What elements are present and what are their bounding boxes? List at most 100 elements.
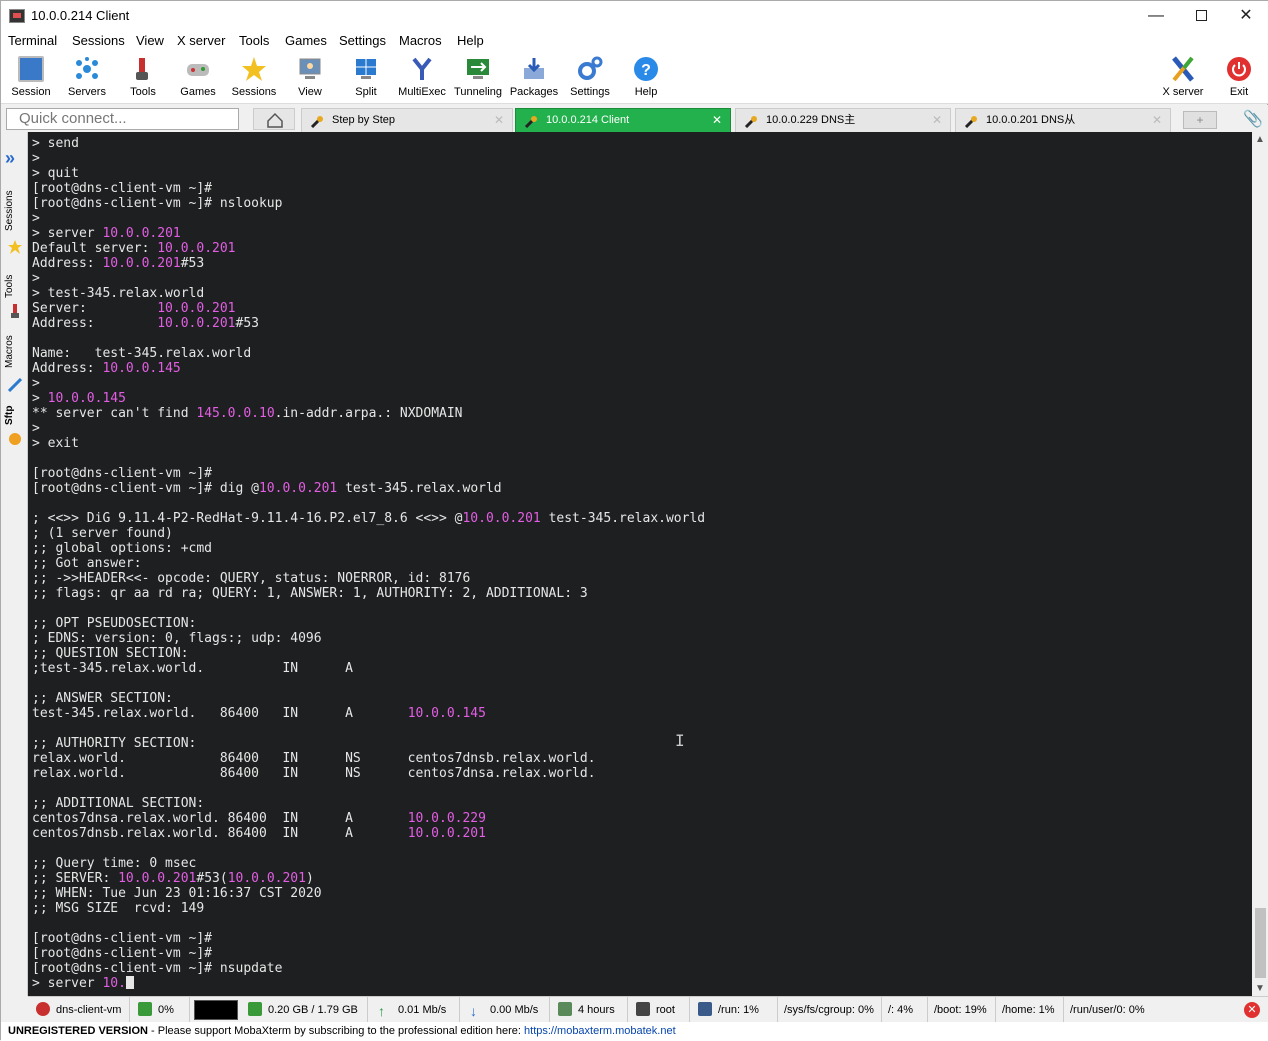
upload-arrow-icon: ↑ bbox=[378, 1003, 385, 1019]
sidebar-tab-macros[interactable]: Macros bbox=[4, 330, 26, 374]
settings-button[interactable]: Settings bbox=[562, 54, 618, 102]
split-button[interactable]: Split bbox=[338, 54, 394, 102]
user-icon bbox=[636, 1002, 650, 1016]
terminal-line: ;; ADDITIONAL SECTION: bbox=[32, 796, 205, 811]
wrench-icon bbox=[964, 114, 978, 129]
terminal-line: [root@dns-client-vm ~]# bbox=[32, 181, 213, 196]
footer-bar: UNREGISTERED VERSION - Please support Mo… bbox=[1, 1022, 1268, 1041]
games-label: Games bbox=[180, 86, 216, 98]
text-cursor bbox=[125, 976, 134, 989]
terminal-line: Server: 10.0.0.201 bbox=[32, 301, 236, 316]
menu-macros[interactable]: Macros bbox=[399, 33, 442, 48]
sidebar-tab-tools[interactable]: Tools bbox=[4, 266, 26, 306]
minimize-button[interactable]: — bbox=[1133, 1, 1179, 31]
tab-10-0-0-229-dns-master[interactable]: 10.0.0.229 DNS主 ✕ bbox=[735, 108, 951, 132]
app-window: 10.0.0.214 Client — ✕ Terminal Sessions … bbox=[0, 0, 1268, 1041]
terminal-line: ;; AUTHORITY SECTION: bbox=[32, 736, 197, 751]
scroll-down-arrow-icon[interactable]: ▼ bbox=[1255, 983, 1265, 994]
tunneling-button[interactable]: Tunneling bbox=[450, 54, 506, 102]
disk-label: /: 4% bbox=[888, 1004, 914, 1016]
status-bar: dns-client-vm 0% 0.20 GB / 1.79 GB ↑ 0.01… bbox=[28, 996, 1268, 1023]
x-server-button[interactable]: X server bbox=[1155, 54, 1211, 102]
tab-step-by-step[interactable]: Step by Step ✕ bbox=[301, 108, 513, 132]
terminal-line: Name: test-345.relax.world bbox=[32, 346, 252, 361]
multiexec-button[interactable]: MultiExec bbox=[394, 54, 450, 102]
mobaxterm-link[interactable]: https://mobaxterm.mobatek.net bbox=[524, 1025, 676, 1037]
menu-terminal[interactable]: Terminal bbox=[8, 33, 57, 48]
status-user: root bbox=[628, 997, 690, 1023]
terminal-line: [root@dns-client-vm ~]# bbox=[32, 931, 213, 946]
memory-label: 0.20 GB / 1.79 GB bbox=[268, 1004, 358, 1016]
servers-button[interactable]: Servers bbox=[59, 54, 115, 102]
terminal-line: ;; flags: qr aa rd ra; QUERY: 1, ANSWER:… bbox=[32, 586, 588, 601]
home-tab[interactable] bbox=[253, 108, 295, 130]
status-cpu: 0% bbox=[130, 997, 190, 1023]
status-disk-boot: /boot: 19% bbox=[928, 997, 996, 1023]
tab-row: Quick connect... Step by Step ✕ 10.0.0.2… bbox=[1, 105, 1268, 132]
tab-close-icon[interactable]: ✕ bbox=[712, 109, 722, 131]
games-button[interactable]: Games bbox=[170, 54, 226, 102]
sidebar-tab-sftp[interactable]: Sftp bbox=[4, 402, 26, 428]
close-window-button[interactable]: ✕ bbox=[1223, 1, 1268, 31]
packages-icon bbox=[521, 56, 547, 82]
scrollbar-thumb[interactable] bbox=[1255, 908, 1266, 978]
app-logo-icon bbox=[9, 9, 25, 23]
view-button[interactable]: View bbox=[282, 54, 338, 102]
terminal-output[interactable]: > send > > quit [root@dns-client-vm ~]# [roo… bbox=[28, 132, 1252, 996]
sessions-label: Sessions bbox=[231, 86, 277, 98]
close-session-icon[interactable]: ✕ bbox=[1244, 1002, 1260, 1018]
menu-view[interactable]: View bbox=[136, 33, 164, 48]
expand-sidebar-icon[interactable]: » bbox=[5, 148, 15, 169]
help-icon: ? bbox=[633, 56, 659, 82]
menu-tools[interactable]: Tools bbox=[239, 33, 269, 48]
tools-icon bbox=[130, 56, 156, 82]
tab-10-0-0-214-client[interactable]: 10.0.0.214 Client ✕ bbox=[515, 108, 731, 132]
help-button[interactable]: ? Help bbox=[618, 54, 674, 102]
terminal-scrollbar[interactable]: ▲ ▼ bbox=[1252, 132, 1268, 996]
session-button[interactable]: Session bbox=[3, 54, 59, 102]
terminal-line: Default server: 10.0.0.201 bbox=[32, 241, 236, 256]
menu-help[interactable]: Help bbox=[457, 33, 484, 48]
tools-button[interactable]: Tools bbox=[115, 54, 171, 102]
memory-icon bbox=[248, 1002, 262, 1016]
terminal-line: centos7dnsa.relax.world. 86400 IN A 10.0… bbox=[32, 811, 486, 826]
terminal-line: > server 10.0.0.201 bbox=[32, 226, 181, 241]
terminal-line: > bbox=[32, 421, 40, 436]
exit-button[interactable]: Exit bbox=[1211, 54, 1267, 102]
terminal-line: > test-345.relax.world bbox=[32, 286, 205, 301]
sessions-button[interactable]: Sessions bbox=[226, 54, 282, 102]
maximize-button[interactable] bbox=[1178, 1, 1224, 31]
menu-x-server[interactable]: X server bbox=[177, 33, 225, 48]
tab-close-icon[interactable]: ✕ bbox=[494, 109, 504, 131]
packages-button[interactable]: Packages bbox=[506, 54, 562, 102]
status-disk-home: /home: 1% bbox=[996, 997, 1064, 1023]
menu-settings[interactable]: Settings bbox=[339, 33, 386, 48]
maximize-icon bbox=[1195, 10, 1207, 22]
paperclip-icon[interactable]: 📎 bbox=[1243, 109, 1263, 129]
tab-10-0-0-201-dns-slave[interactable]: 10.0.0.201 DNS从 ✕ bbox=[955, 108, 1171, 132]
quick-connect-input[interactable]: Quick connect... bbox=[6, 108, 239, 130]
tab-close-icon[interactable]: ✕ bbox=[932, 109, 942, 131]
star-icon bbox=[8, 240, 22, 254]
menu-sessions[interactable]: Sessions bbox=[72, 33, 125, 48]
tab-close-icon[interactable]: ✕ bbox=[1152, 109, 1162, 131]
cpu-icon bbox=[138, 1002, 152, 1016]
tab-label: 10.0.0.229 DNS主 bbox=[766, 114, 856, 126]
monitor-session-icon bbox=[18, 56, 44, 82]
packages-label: Packages bbox=[509, 86, 559, 98]
sidebar-tab-sessions[interactable]: Sessions bbox=[4, 186, 26, 236]
new-tab-button[interactable]: + bbox=[1183, 111, 1217, 129]
power-icon bbox=[1226, 56, 1252, 82]
menu-games[interactable]: Games bbox=[285, 33, 327, 48]
scroll-up-arrow-icon[interactable]: ▲ bbox=[1255, 134, 1265, 145]
mouse-ibeam-cursor: I bbox=[675, 731, 685, 750]
terminal-line: relax.world. 86400 IN NS centos7dnsb.rel… bbox=[32, 751, 596, 766]
gamepad-icon bbox=[185, 56, 211, 82]
wrench-icon bbox=[524, 114, 538, 129]
